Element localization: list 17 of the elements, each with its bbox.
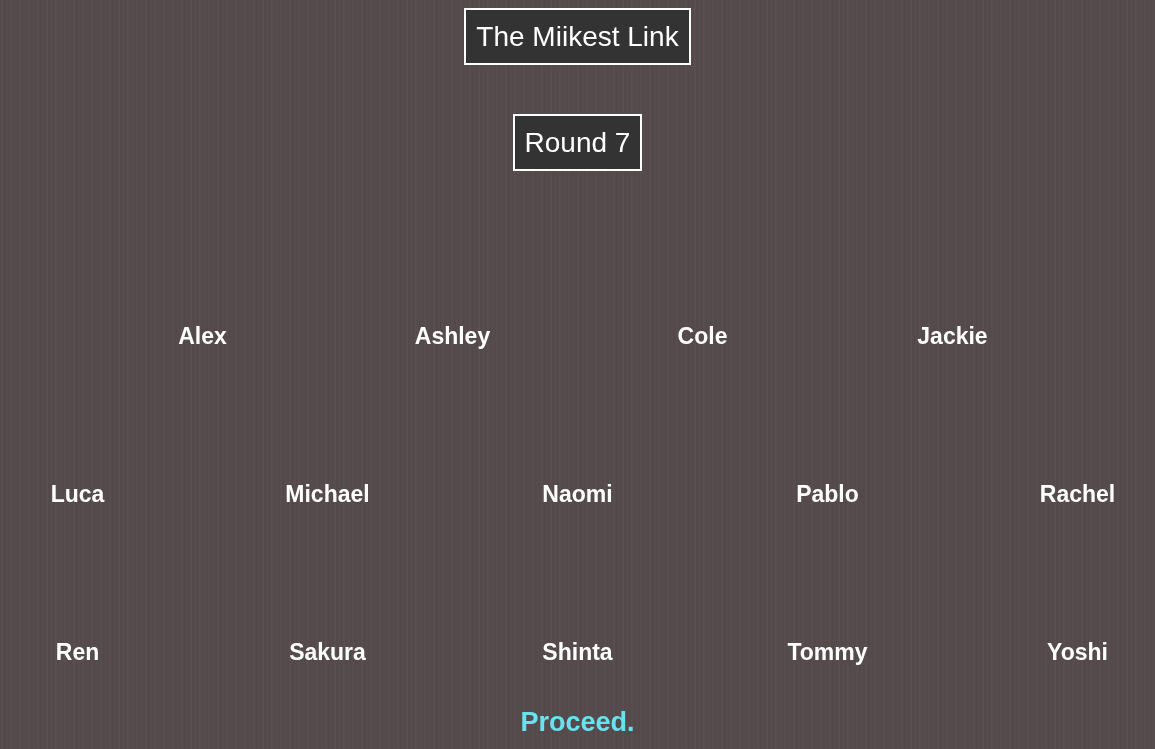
contestant-name: Luca xyxy=(50,480,105,508)
round-label: Round 7 xyxy=(512,114,643,171)
contestant-name: Sakura xyxy=(289,638,366,666)
contestant-name: Shinta xyxy=(542,638,613,666)
contestant-name: Yoshi xyxy=(1047,638,1108,666)
page-title: The Miikest Link xyxy=(464,8,691,65)
contestant-name: Naomi xyxy=(542,480,613,508)
contestant-name: Ren xyxy=(55,638,100,666)
contestant-name: Michael xyxy=(285,480,370,508)
contestant-name: Tommy xyxy=(787,638,868,666)
contestant-name: Jackie xyxy=(917,322,988,350)
contestant-name: Ashley xyxy=(414,322,491,350)
contestant-name: Rachel xyxy=(1039,480,1116,508)
contestant-name: Pablo xyxy=(796,480,859,508)
proceed-link[interactable]: Proceed. xyxy=(520,707,635,737)
contestant-name: Alex xyxy=(178,322,227,350)
contestant-name: Cole xyxy=(677,322,728,350)
